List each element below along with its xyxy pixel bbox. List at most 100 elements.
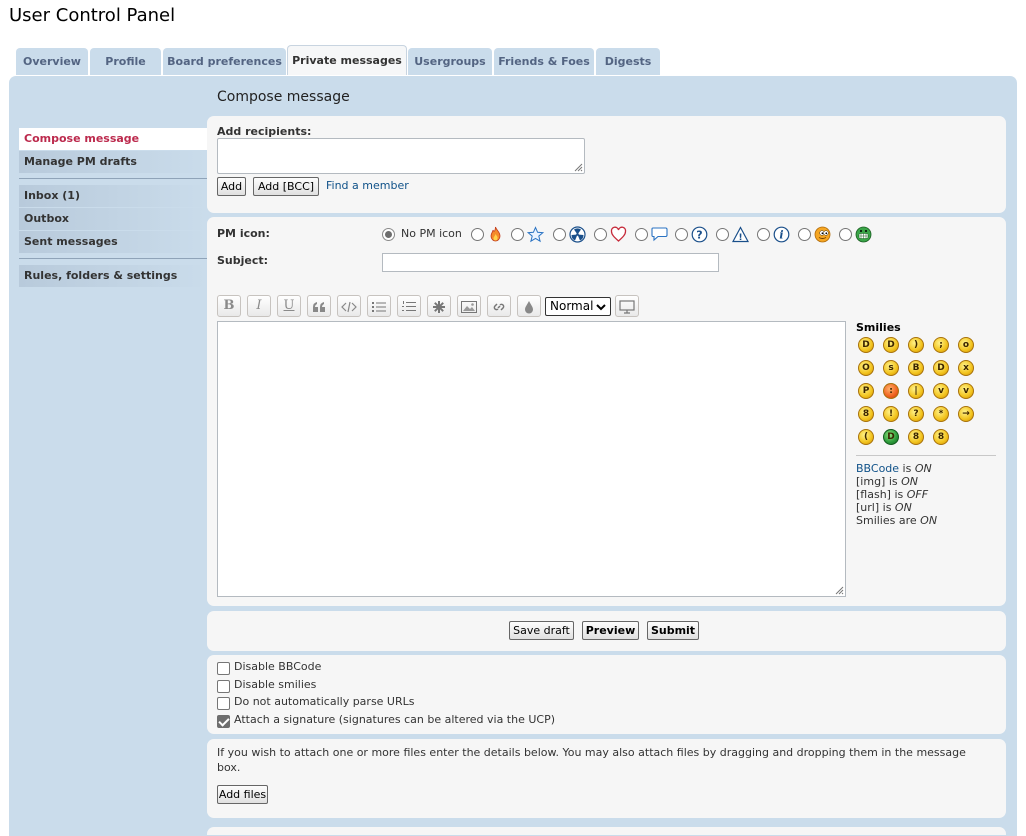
code-button[interactable] <box>337 295 361 317</box>
smiley-e-geek-icon[interactable]: 8 <box>858 406 874 422</box>
sidebar-item-inbox[interactable]: Inbox (1) <box>19 185 207 207</box>
tab-overview[interactable]: Overview <box>16 48 88 75</box>
list-item-button[interactable] <box>427 295 451 317</box>
status-key: [img] <box>856 475 886 488</box>
sidebar-item-outbox[interactable]: Outbox <box>19 208 207 230</box>
save-draft-button[interactable]: Save draft <box>509 621 574 640</box>
disable-bbcode-checkbox[interactable] <box>217 662 230 675</box>
smiley-ugeek-icon[interactable]: 8 <box>933 429 949 445</box>
radioactive-icon <box>569 226 586 243</box>
disable-url-parse-label[interactable]: Do not automatically parse URLs <box>234 695 415 708</box>
attach-signature-label[interactable]: Attach a signature (signatures can be al… <box>234 713 555 726</box>
add-files-button[interactable]: Add files <box>217 785 268 804</box>
status-smilies: Smilies are ON <box>856 514 937 527</box>
preview-button[interactable]: Preview <box>582 621 639 640</box>
image-button[interactable] <box>457 295 481 317</box>
asterisk-icon <box>433 301 445 313</box>
pm-icon-radio-radioactive[interactable] <box>553 228 566 241</box>
pm-icon-radio-speech[interactable] <box>635 228 648 241</box>
pm-icon-radio-info[interactable] <box>757 228 770 241</box>
smiley-surprised-icon[interactable]: o <box>958 337 974 353</box>
color-button[interactable] <box>517 295 541 317</box>
smiley-razz-icon[interactable]: P <box>858 383 874 399</box>
quote-button[interactable] <box>307 295 331 317</box>
sidebar-item-rules-folders-settings[interactable]: Rules, folders & settings <box>19 265 207 287</box>
pm-icon-radio-mrgreen[interactable] <box>798 228 811 241</box>
add-bcc-button[interactable]: Add [BCC] <box>253 177 319 196</box>
pm-icon-radio-fire[interactable] <box>471 228 484 241</box>
smiley-sad-icon[interactable]: ( <box>858 429 874 445</box>
pm-icon-radio-warning[interactable] <box>716 228 729 241</box>
numbered-list-button[interactable] <box>397 295 421 317</box>
section-title: Compose message <box>217 89 350 105</box>
submit-button[interactable]: Submit <box>647 621 699 640</box>
smiley-neutral-icon[interactable]: | <box>908 383 924 399</box>
chevron-down-icon <box>596 304 606 311</box>
resize-grip-icon[interactable] <box>835 586 844 595</box>
disable-smilies-checkbox[interactable] <box>217 680 230 693</box>
warning-icon: ! <box>732 226 749 243</box>
tab-usergroups[interactable]: Usergroups <box>408 48 492 75</box>
status-value: ON <box>920 514 938 527</box>
sidebar-item-sent-messages[interactable]: Sent messages <box>19 231 207 253</box>
status-key: [url] <box>856 501 880 514</box>
underline-button[interactable]: U <box>277 295 301 317</box>
smiley-smile-icon[interactable]: ) <box>908 337 924 353</box>
tab-friends-foes[interactable]: Friends & Foes <box>494 48 594 75</box>
smiley-idea-icon[interactable]: * <box>933 406 949 422</box>
smiley-geek-icon[interactable]: 8 <box>908 429 924 445</box>
sidebar-item-manage-pm-drafts[interactable]: Manage PM drafts <box>19 151 207 173</box>
quote-icon <box>313 302 325 312</box>
subject-input[interactable] <box>382 253 719 272</box>
no-pm-icon-label: No PM icon <box>401 227 462 240</box>
pm-icon-radio-grin[interactable] <box>839 228 852 241</box>
list-icon <box>372 302 386 312</box>
add-recipient-button[interactable]: Add <box>217 177 246 196</box>
smiley-eek-icon[interactable]: O <box>858 360 874 376</box>
smiley-twisted-icon[interactable]: v <box>933 383 949 399</box>
resize-grip-icon[interactable] <box>574 163 583 172</box>
list-button[interactable] <box>367 295 391 317</box>
bold-button[interactable]: B <box>217 295 241 317</box>
bbcode-link[interactable]: BBCode <box>856 462 899 475</box>
disable-bbcode-label[interactable]: Disable BBCode <box>234 660 321 673</box>
find-member-link[interactable]: Find a member <box>326 179 409 192</box>
message-editor[interactable] <box>217 321 846 597</box>
pm-icon-label: PM icon: <box>217 227 270 240</box>
tab-profile[interactable]: Profile <box>90 48 161 75</box>
smiley-confused-icon[interactable]: s <box>883 360 899 376</box>
pm-icon-radio-question[interactable] <box>675 228 688 241</box>
smiley-grin-icon[interactable]: D <box>883 337 899 353</box>
preview-mode-button[interactable] <box>615 295 639 317</box>
attach-signature-checkbox[interactable] <box>217 715 230 728</box>
font-size-select[interactable]: Normal <box>545 297 611 316</box>
smiley-question-icon[interactable]: ? <box>908 406 924 422</box>
smiley-arrow-icon[interactable]: → <box>958 406 974 422</box>
status-value: ON <box>894 501 912 514</box>
pm-icon-radio-none[interactable] <box>382 228 395 241</box>
sidebar-item-compose-message[interactable]: Compose message <box>19 128 207 150</box>
disable-url-parse-checkbox[interactable] <box>217 697 230 710</box>
pm-icon-radio-star[interactable] <box>511 228 524 241</box>
smiley-wink-icon[interactable]: ; <box>933 337 949 353</box>
monitor-icon <box>619 300 635 314</box>
smilies-title: Smilies <box>856 321 901 334</box>
tab-board-preferences[interactable]: Board preferences <box>163 48 286 75</box>
smiley-mrgreen-icon[interactable]: D <box>883 429 899 445</box>
smiley-redface-icon[interactable]: : <box>883 383 899 399</box>
smiley-biggrin-icon[interactable]: D <box>858 337 874 353</box>
tab-private-messages[interactable]: Private messages <box>287 45 407 75</box>
disable-smilies-label[interactable]: Disable smilies <box>234 678 316 691</box>
smiley-exclaim-icon[interactable]: ! <box>883 406 899 422</box>
link-button[interactable] <box>487 295 511 317</box>
italic-button[interactable]: I <box>247 295 271 317</box>
smiley-mad-icon[interactable]: x <box>958 360 974 376</box>
font-size-value: Normal <box>550 299 594 313</box>
pm-icon-radio-heart[interactable] <box>594 228 607 241</box>
recipients-input[interactable] <box>217 138 585 174</box>
tab-digests[interactable]: Digests <box>596 48 660 75</box>
smiley-evil-icon[interactable]: v <box>958 383 974 399</box>
smiley-lol-icon[interactable]: D <box>933 360 949 376</box>
sidebar-divider <box>19 258 207 259</box>
smiley-cool-icon[interactable]: B <box>908 360 924 376</box>
